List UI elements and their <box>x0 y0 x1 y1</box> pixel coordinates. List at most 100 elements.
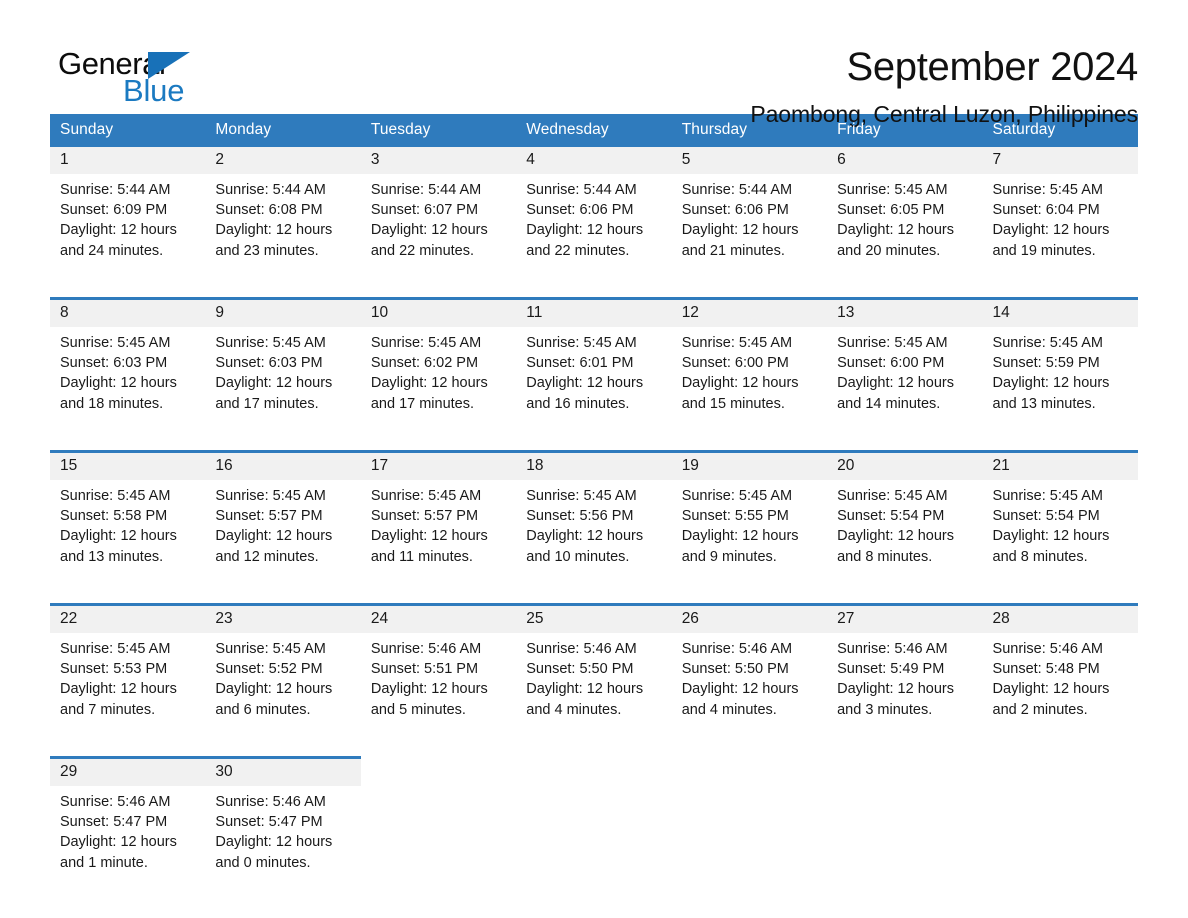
day-detail-1: Sunrise: 5:44 AM Sunset: 6:09 PM Daylight:… <box>50 174 206 292</box>
sunset-text: Sunset: 5:59 PM <box>992 355 1100 372</box>
daylight-text-line2: and 14 minutes. <box>837 395 941 412</box>
day-detail-30: Sunrise: 5:46 AM Sunset: 5:47 PM Daylight:… <box>205 786 361 904</box>
daylight-text-line1: Daylight: 12 hours <box>681 528 799 545</box>
daylight-text-line2: and 4 minutes. <box>681 701 777 718</box>
day-number-28[interactable]: 28 <box>982 603 1138 633</box>
sunrise-text: Sunrise: 5:45 AM <box>526 335 637 351</box>
day-number-16[interactable]: 16 <box>205 450 361 480</box>
day-number-10[interactable]: 10 <box>360 297 517 327</box>
day-number-21[interactable]: 21 <box>982 450 1138 480</box>
daylight-text-line1: Daylight: 12 hours <box>992 528 1110 545</box>
day-number-11[interactable]: 11 <box>516 297 672 327</box>
daylight-text-line1: Daylight: 12 hours <box>992 222 1110 239</box>
day-number-23[interactable]: 23 <box>205 603 361 633</box>
daylight-text-line1: Daylight: 12 hours <box>526 681 644 698</box>
day-number-14[interactable]: 14 <box>982 297 1138 327</box>
page-header: General Blue September 2024 Paombong, Ce… <box>50 0 1138 127</box>
day-number-24[interactable]: 24 <box>360 603 517 633</box>
day-number-29[interactable]: 29 <box>50 756 206 786</box>
day-detail-9: Sunrise: 5:45 AM Sunset: 6:03 PM Daylight:… <box>205 327 361 445</box>
week-daynumber-row: 22 23 24 25 26 27 28 <box>50 603 1138 633</box>
sunrise-text: Sunrise: 5:45 AM <box>60 335 171 351</box>
day-number-7[interactable]: 7 <box>982 147 1138 174</box>
day-number-19[interactable]: 19 <box>671 450 828 480</box>
day-number-22[interactable]: 22 <box>50 603 206 633</box>
sunset-text: Sunset: 6:04 PM <box>992 202 1100 219</box>
sunrise-text: Sunrise: 5:45 AM <box>837 182 948 198</box>
day-detail-empty <box>982 786 1138 904</box>
daylight-text-line2: and 20 minutes. <box>837 242 941 259</box>
sunset-text: Sunset: 5:49 PM <box>837 661 945 678</box>
calendar-page: General Blue September 2024 Paombong, Ce… <box>0 0 1188 918</box>
day-number-empty <box>671 756 828 786</box>
daylight-text-line1: Daylight: 12 hours <box>837 681 954 698</box>
sunrise-text: Sunrise: 5:46 AM <box>992 641 1103 657</box>
sunset-text: Sunset: 5:55 PM <box>681 508 789 525</box>
daylight-text-line2: and 19 minutes. <box>992 242 1096 259</box>
day-detail-16: Sunrise: 5:45 AM Sunset: 5:57 PM Daylight:… <box>205 480 361 598</box>
sunset-text: Sunset: 6:05 PM <box>837 202 945 219</box>
day-number-25[interactable]: 25 <box>516 603 672 633</box>
day-number-12[interactable]: 12 <box>671 297 828 327</box>
sunrise-text: Sunrise: 5:44 AM <box>215 182 326 198</box>
day-detail-22: Sunrise: 5:45 AM Sunset: 5:53 PM Daylight:… <box>50 633 206 751</box>
daylight-text-line1: Daylight: 12 hours <box>215 375 333 392</box>
week-daynumber-row: 8 9 10 11 12 13 14 <box>50 297 1138 327</box>
day-detail-26: Sunrise: 5:46 AM Sunset: 5:50 PM Daylight:… <box>671 633 828 751</box>
day-number-empty <box>982 756 1138 786</box>
calendar-body: 1 2 3 4 5 6 7 Sunrise: 5:44 AM Sunset: 6:09 PM Da… <box>50 147 1138 904</box>
sunrise-text: Sunrise: 5:45 AM <box>681 488 793 504</box>
day-detail-6: Sunrise: 5:45 AM Sunset: 6:05 PM Daylight:… <box>827 174 983 292</box>
day-number-8[interactable]: 8 <box>50 297 206 327</box>
sunrise-text: Sunrise: 5:46 AM <box>370 641 482 657</box>
day-number-1[interactable]: 1 <box>50 147 206 174</box>
daylight-text-line1: Daylight: 12 hours <box>992 375 1110 392</box>
day-number-30[interactable]: 30 <box>205 756 361 786</box>
day-number-4[interactable]: 4 <box>516 147 672 174</box>
daylight-text-line1: Daylight: 12 hours <box>526 375 644 392</box>
day-number-18[interactable]: 18 <box>516 450 672 480</box>
daylight-text-line1: Daylight: 12 hours <box>370 528 488 545</box>
day-detail-17: Sunrise: 5:45 AM Sunset: 5:57 PM Daylight:… <box>360 480 517 598</box>
sunset-text: Sunset: 5:51 PM <box>370 661 479 678</box>
daylight-text-line2: and 16 minutes. <box>526 395 630 412</box>
day-number-20[interactable]: 20 <box>827 450 983 480</box>
daylight-text-line2: and 22 minutes. <box>526 242 630 259</box>
day-number-3[interactable]: 3 <box>360 147 517 174</box>
sunset-text: Sunset: 5:57 PM <box>370 508 479 525</box>
day-number-5[interactable]: 5 <box>671 147 828 174</box>
day-detail-4: Sunrise: 5:44 AM Sunset: 6:06 PM Daylight:… <box>516 174 672 292</box>
week-detail-row: Sunrise: 5:46 AM Sunset: 5:47 PM Daylight:… <box>50 786 1138 904</box>
week-daynumber-row: 29 30 <box>50 756 1138 786</box>
sunrise-text: Sunrise: 5:45 AM <box>992 182 1103 198</box>
sunrise-text: Sunrise: 5:45 AM <box>681 335 793 351</box>
daylight-text-line2: and 21 minutes. <box>681 242 785 259</box>
weekday-header-sunday: Sunday <box>50 114 206 147</box>
day-detail-empty <box>360 786 517 904</box>
day-number-15[interactable]: 15 <box>50 450 206 480</box>
sunrise-text: Sunrise: 5:46 AM <box>60 794 171 810</box>
sunset-text: Sunset: 6:07 PM <box>370 202 479 219</box>
day-detail-empty <box>516 786 672 904</box>
daylight-text-line1: Daylight: 12 hours <box>681 681 799 698</box>
daylight-text-line2: and 9 minutes. <box>681 548 777 565</box>
day-number-26[interactable]: 26 <box>671 603 828 633</box>
day-number-2[interactable]: 2 <box>205 147 361 174</box>
daylight-text-line2: and 17 minutes. <box>370 395 475 412</box>
day-number-empty <box>360 756 517 786</box>
day-number-13[interactable]: 13 <box>827 297 983 327</box>
daylight-text-line1: Daylight: 12 hours <box>681 375 799 392</box>
sunrise-text: Sunrise: 5:44 AM <box>681 182 793 198</box>
day-detail-21: Sunrise: 5:45 AM Sunset: 5:54 PM Daylight:… <box>982 480 1138 598</box>
daylight-text-line1: Daylight: 12 hours <box>60 222 177 239</box>
day-number-27[interactable]: 27 <box>827 603 983 633</box>
sunrise-sunset-calendar: Sunday Monday Tuesday Wednesday Thursday… <box>50 114 1138 904</box>
day-number-17[interactable]: 17 <box>360 450 517 480</box>
day-number-6[interactable]: 6 <box>827 147 983 174</box>
day-number-9[interactable]: 9 <box>205 297 361 327</box>
daylight-text-line1: Daylight: 12 hours <box>837 375 954 392</box>
week-daynumber-row: 1234567 <box>50 147 1138 174</box>
daylight-text-line1: Daylight: 12 hours <box>526 528 644 545</box>
daylight-text-line2: and 15 minutes. <box>681 395 785 412</box>
sunset-text: Sunset: 6:06 PM <box>681 202 789 219</box>
